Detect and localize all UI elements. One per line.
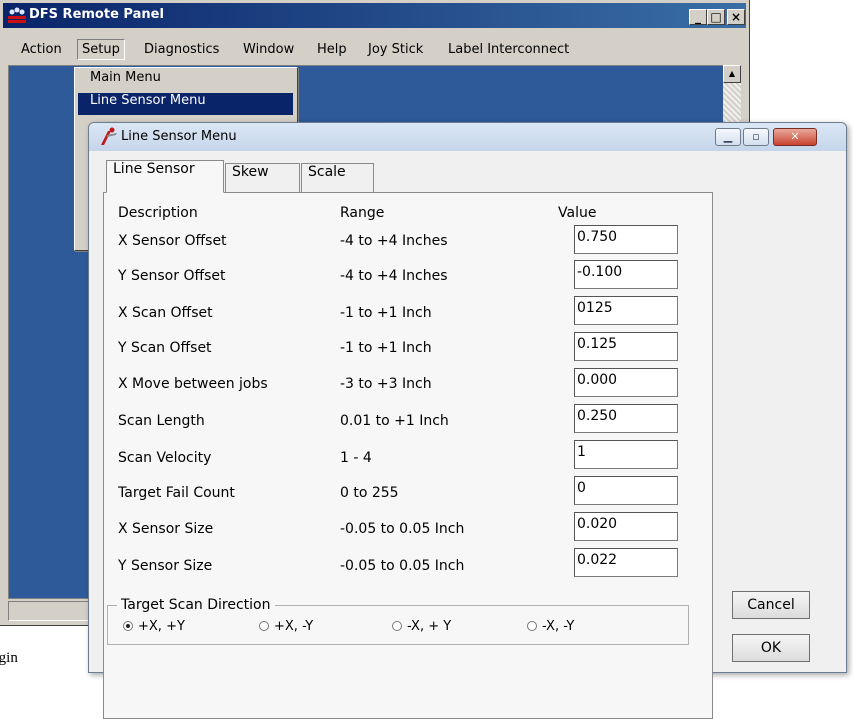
- menu-item-main-menu[interactable]: Main Menu: [78, 70, 293, 92]
- menu-setup[interactable]: Setup: [77, 39, 125, 60]
- header-description: Description: [118, 205, 198, 221]
- close-button[interactable]: ×: [727, 9, 745, 25]
- row-description: Y Sensor Offset: [118, 268, 226, 284]
- radio-plus-x-plus-y[interactable]: +X, +Y: [123, 619, 185, 634]
- maximize-button[interactable]: □: [707, 9, 725, 25]
- row-range: 0 to 255: [340, 485, 399, 501]
- row-range: -1 to +1 Inch: [340, 340, 432, 356]
- row-range: -1 to +1 Inch: [340, 305, 432, 321]
- scan-velocity-input[interactable]: 1: [574, 440, 678, 469]
- row-range: 1 - 4: [340, 450, 372, 466]
- menu-item-line-sensor-menu[interactable]: Line Sensor Menu: [78, 93, 293, 115]
- scan-direction-label: Target Scan Direction: [117, 597, 275, 613]
- row-range: -0.05 to 0.05 Inch: [340, 521, 465, 537]
- radio-plus-x-minus-y[interactable]: +X, -Y: [259, 619, 313, 634]
- row-range: -4 to +4 Inches: [340, 233, 448, 249]
- row-range: -0.05 to 0.05 Inch: [340, 558, 465, 574]
- tab-line-sensor[interactable]: Line Sensor: [106, 160, 224, 193]
- row-description: X Scan Offset: [118, 305, 213, 321]
- menu-joy-stick[interactable]: Joy Stick: [364, 40, 427, 59]
- y-sensor-offset-input[interactable]: -0.100: [574, 260, 678, 289]
- menu-bar: Action Setup Diagnostics Window Help Joy…: [3, 38, 746, 61]
- app-i-logo-icon: [101, 127, 117, 145]
- x-sensor-size-input[interactable]: 0.020: [574, 512, 678, 541]
- dialog-title: Line Sensor Menu: [121, 129, 237, 144]
- row-description: X Sensor Offset: [118, 233, 227, 249]
- row-description: Y Scan Offset: [118, 340, 212, 356]
- radio-unselected-icon: [392, 621, 402, 631]
- ok-button[interactable]: OK: [732, 634, 810, 662]
- radio-unselected-icon: [527, 621, 537, 631]
- radio-minus-x-minus-y[interactable]: -X, -Y: [527, 619, 574, 634]
- target-fail-count-input[interactable]: 0: [574, 476, 678, 505]
- header-value: Value: [558, 205, 597, 221]
- menu-action[interactable]: Action: [17, 40, 66, 59]
- row-description: Scan Length: [118, 413, 205, 429]
- dialog-maximize-button[interactable]: ▫: [743, 128, 769, 146]
- menu-diagnostics[interactable]: Diagnostics: [140, 40, 223, 59]
- row-range: 0.01 to +1 Inch: [340, 413, 449, 429]
- row-description: X Move between jobs: [118, 376, 268, 392]
- row-description: X Sensor Size: [118, 521, 214, 537]
- tab-scale[interactable]: Scale: [301, 163, 374, 192]
- background-caption: origin: [0, 650, 18, 666]
- dialog-close-button[interactable]: ✕: [773, 128, 817, 146]
- radio-minus-x-plus-y[interactable]: -X, + Y: [392, 619, 451, 634]
- x-scan-offset-input[interactable]: 0125: [574, 296, 678, 325]
- radio-unselected-icon: [259, 621, 269, 631]
- tab-skew[interactable]: Skew: [225, 163, 300, 192]
- main-window-title: DFS Remote Panel: [29, 7, 164, 22]
- scan-length-input[interactable]: 0.250: [574, 404, 678, 433]
- header-range: Range: [340, 205, 385, 221]
- menu-window[interactable]: Window: [239, 40, 298, 59]
- y-scan-offset-input[interactable]: 0.125: [574, 332, 678, 361]
- dialog-title-bar[interactable]: Line Sensor Menu ▁ ▫ ✕: [89, 123, 846, 151]
- main-title-bar[interactable]: DFS Remote Panel _ □ ×: [3, 3, 746, 28]
- x-sensor-offset-input[interactable]: 0.750: [574, 225, 678, 254]
- row-description: Scan Velocity: [118, 450, 212, 466]
- menu-help[interactable]: Help: [313, 40, 351, 59]
- dialog-minimize-button[interactable]: ▁: [715, 128, 741, 146]
- minimize-button[interactable]: _: [689, 9, 707, 25]
- x-move-between-jobs-input[interactable]: 0.000: [574, 368, 678, 397]
- row-description: Y Sensor Size: [118, 558, 213, 574]
- row-range: -4 to +4 Inches: [340, 268, 448, 284]
- line-sensor-dialog: Line Sensor Menu ▁ ▫ ✕ Description Range…: [88, 122, 847, 719]
- radio-selected-icon: [123, 621, 133, 631]
- row-description: Target Fail Count: [118, 485, 235, 501]
- cancel-button[interactable]: Cancel: [732, 591, 810, 619]
- menu-label-interconnect[interactable]: Label Interconnect: [444, 40, 573, 59]
- scroll-up-arrow-icon[interactable]: ▲: [723, 65, 741, 83]
- dfs-logo-icon: [8, 7, 26, 23]
- y-sensor-size-input[interactable]: 0.022: [574, 548, 678, 577]
- row-range: -3 to +3 Inch: [340, 376, 432, 392]
